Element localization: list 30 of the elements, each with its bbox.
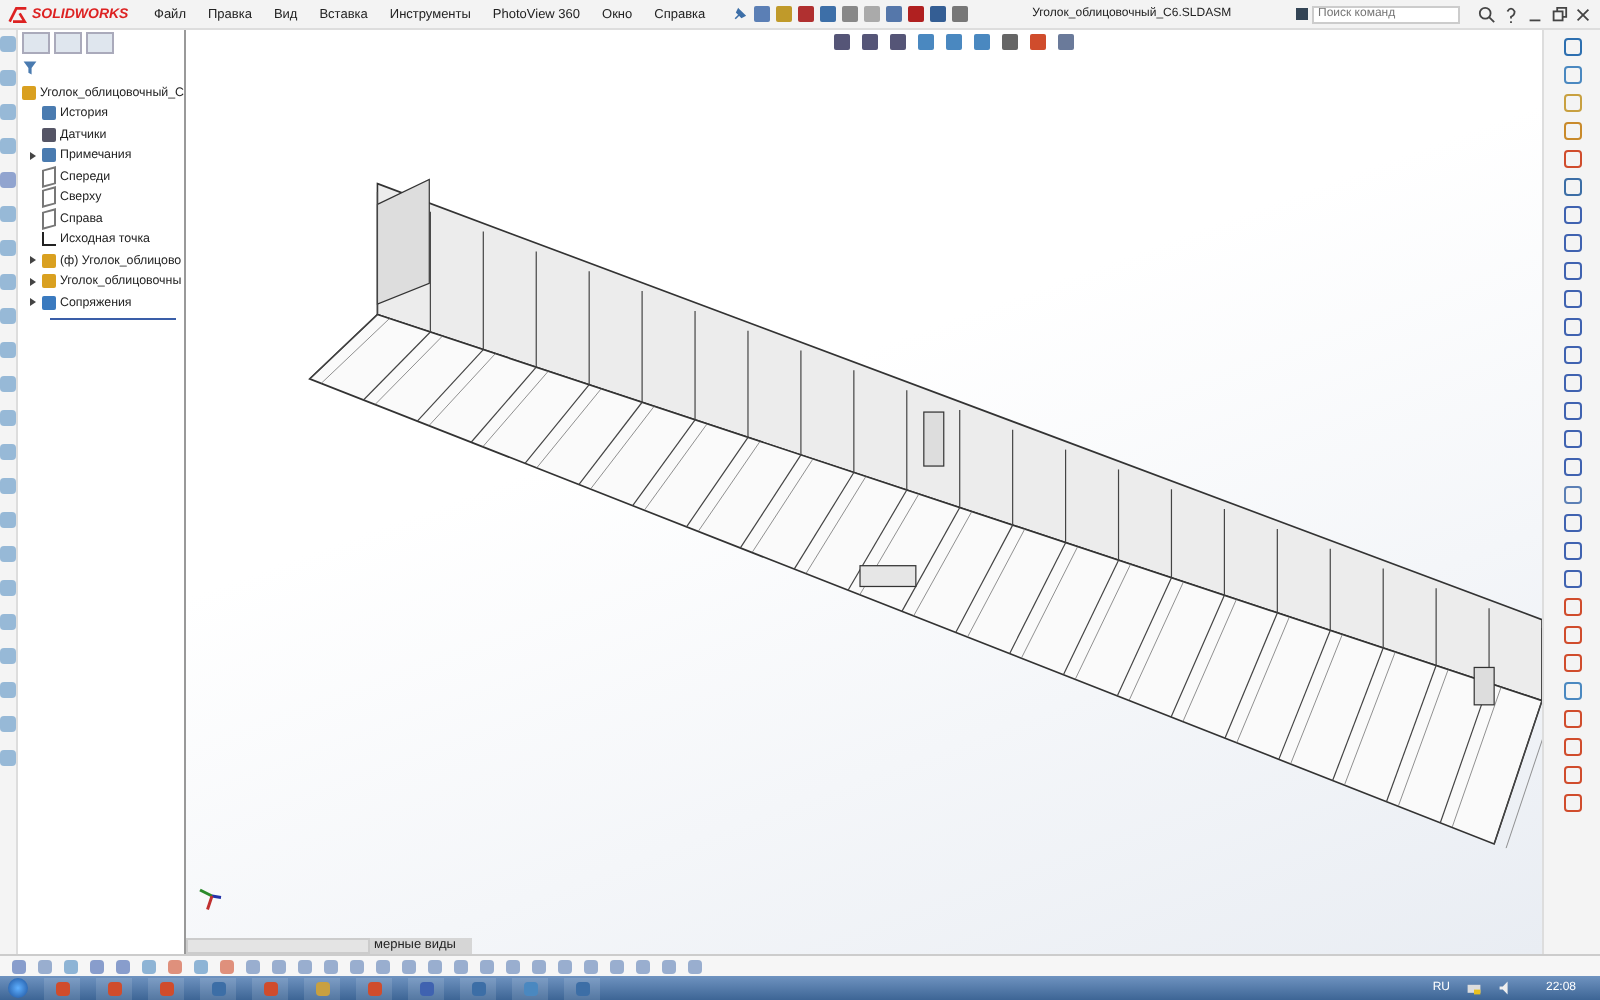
close-icon[interactable] bbox=[1574, 5, 1592, 23]
expand-arrow-icon[interactable] bbox=[29, 277, 35, 286]
taskbar-button[interactable] bbox=[44, 977, 80, 999]
network-icon[interactable] bbox=[1465, 980, 1482, 996]
taskbar-button[interactable] bbox=[356, 977, 392, 999]
taskbar-button[interactable] bbox=[564, 977, 600, 999]
taskbar-button[interactable] bbox=[460, 977, 496, 999]
config-tab[interactable] bbox=[86, 31, 114, 53]
taskbar-button[interactable] bbox=[200, 977, 236, 999]
property-tab[interactable] bbox=[54, 31, 82, 53]
taskbar-button[interactable] bbox=[512, 977, 548, 999]
command-icon bbox=[1296, 8, 1308, 20]
expand-arrow-icon[interactable] bbox=[29, 256, 35, 265]
logo-mark-icon bbox=[8, 5, 28, 23]
taskbar-button[interactable] bbox=[96, 977, 132, 999]
expand-arrow-icon[interactable] bbox=[29, 298, 35, 307]
taskbar-button[interactable] bbox=[148, 977, 184, 999]
expand-arrow-icon[interactable] bbox=[29, 151, 35, 160]
restore-icon[interactable] bbox=[1550, 5, 1568, 23]
taskbar-button[interactable] bbox=[252, 977, 288, 999]
pin-icon[interactable] bbox=[731, 6, 748, 22]
help-icon[interactable] bbox=[1502, 5, 1520, 23]
filter-icon[interactable] bbox=[22, 60, 38, 76]
start-button[interactable] bbox=[8, 978, 28, 998]
scrollbar[interactable] bbox=[186, 938, 370, 954]
origin-icon bbox=[42, 232, 56, 247]
taskbar-button[interactable] bbox=[304, 977, 340, 999]
speaker-icon[interactable] bbox=[1497, 980, 1514, 996]
feature-tree-tab[interactable] bbox=[22, 31, 50, 53]
taskbar-button[interactable] bbox=[408, 977, 444, 999]
